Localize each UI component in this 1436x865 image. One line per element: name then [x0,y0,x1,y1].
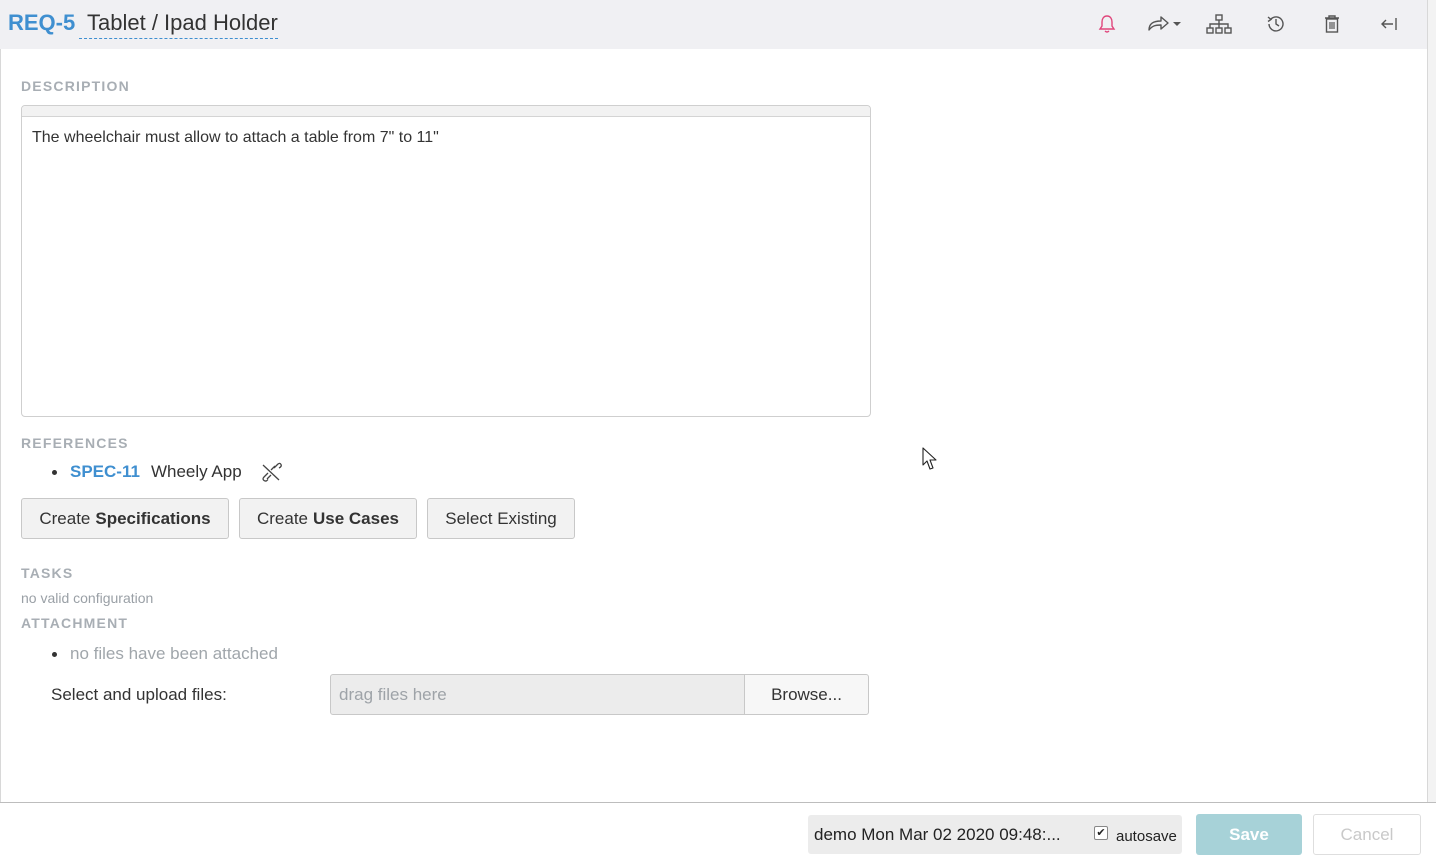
select-existing-button[interactable]: Select Existing [427,498,575,539]
button-label: Create [256,508,308,528]
attachment-empty-item: no files have been attached [52,644,278,664]
reference-title: Wheely App [150,462,242,481]
description-text[interactable]: The wheelchair must allow to attach a ta… [22,117,870,159]
description-editor[interactable]: The wheelchair must allow to attach a ta… [21,105,871,417]
browse-button[interactable]: Browse... [744,674,869,715]
last-saved-status: demo Mon Mar 02 2020 09:48:... [814,825,1061,844]
bullet [52,651,57,657]
file-drop-field[interactable]: drag files here [330,674,745,715]
autosave-checkbox[interactable]: ✔ [1094,826,1108,840]
tasks-label: TASKS [21,565,74,581]
unlink-icon[interactable] [260,462,282,482]
reference-item: SPEC-11 Wheely App [52,462,282,482]
editor-toolbar [22,106,870,117]
button-label: Create [39,508,91,528]
history-icon[interactable] [1262,12,1290,36]
share-icon[interactable] [1145,12,1183,36]
references-label: REFERENCES [21,435,129,451]
mouse-cursor-icon [922,447,938,476]
bell-icon[interactable] [1093,12,1121,36]
reference-id-link[interactable]: SPEC-11 [70,462,140,482]
autosave-label: autosave [1116,828,1177,845]
trash-icon[interactable] [1318,12,1346,36]
create-use-cases-button[interactable]: Create Use Cases [239,498,417,539]
attachment-empty-text: no files have been attached [70,644,278,663]
description-label: DESCRIPTION [21,78,130,94]
attachment-label: ATTACHMENT [21,615,129,631]
scrollbar[interactable] [1427,0,1436,803]
bullet [52,469,57,475]
hierarchy-icon[interactable] [1205,12,1233,36]
cancel-button[interactable]: Cancel [1313,814,1421,855]
panel-left-border [0,49,1,802]
create-specifications-button[interactable]: Create Specifications [21,498,229,539]
save-button[interactable]: Save [1196,814,1302,855]
upload-label: Select and upload files: [51,685,227,704]
tasks-hint: no valid configuration [21,590,154,606]
button-label-bold: Specifications [95,508,211,528]
button-label-bold: Use Cases [313,508,400,528]
detail-header: REQ-5 Tablet / Ipad Holder [0,0,1430,49]
item-id-link[interactable]: REQ-5 [8,10,75,36]
collapse-icon[interactable] [1375,12,1403,36]
item-title[interactable]: Tablet / Ipad Holder [79,10,278,39]
